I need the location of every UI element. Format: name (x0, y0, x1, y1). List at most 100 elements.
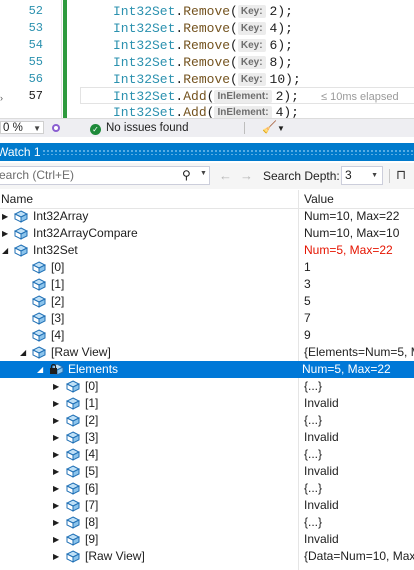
collapse-arrow-icon[interactable]: ◢ (2, 242, 8, 259)
issues-text: No issues found (106, 122, 189, 134)
expand-arrow-icon[interactable]: ▶ (53, 463, 59, 480)
watch-value: Invalid (304, 498, 339, 512)
watch-value: 3 (304, 277, 311, 291)
chevron-down-icon[interactable]: ▼ (200, 170, 207, 177)
watch-row[interactable]: [0] 1 (0, 259, 414, 276)
watch-row[interactable]: ▶ [5] Invalid (0, 463, 414, 480)
watch-row[interactable]: [4] 9 (0, 327, 414, 344)
code-arg: 8); (269, 55, 293, 70)
expand-arrow-icon[interactable]: ▶ (53, 378, 59, 395)
expand-arrow-icon[interactable]: ▶ (53, 497, 59, 514)
watch-value: {...} (304, 413, 323, 427)
watch-name: [1] (51, 277, 65, 291)
watch-row[interactable]: ◢ [Raw View] {Elements=Num=5, M (0, 344, 414, 361)
search-depth-label: Search Depth: (263, 169, 340, 183)
expand-arrow-icon[interactable]: ▶ (2, 225, 8, 242)
copilot-icon[interactable] (50, 121, 62, 133)
expand-arrow-icon[interactable]: ▶ (53, 395, 59, 412)
field-icon (66, 431, 80, 444)
watch-row[interactable]: [1] 3 (0, 276, 414, 293)
watch-row[interactable]: ▶ [3] Invalid (0, 429, 414, 446)
arrow-left-icon[interactable]: ← (219, 168, 232, 183)
parameter-hint: InElement: (214, 90, 272, 103)
expand-arrow-icon[interactable]: ▶ (53, 531, 59, 548)
watch-row[interactable]: ▶ [Raw View] {Data=Num=10, Max (0, 548, 414, 565)
watch-row[interactable]: ▶ Int32ArrayCompare Num=10, Max=10 (0, 225, 414, 242)
pin-icon[interactable]: ⊓ (396, 167, 406, 183)
parameter-hint: InElement: (214, 106, 272, 118)
watch-row[interactable]: ▶ [9] Invalid (0, 531, 414, 548)
field-icon (66, 499, 80, 512)
code-line[interactable]: Int32Set.Add(InElement: 4); (113, 104, 299, 118)
expand-arrow-icon[interactable]: ▶ (53, 429, 59, 446)
arrow-right-icon[interactable]: → (240, 168, 253, 183)
watch-row[interactable]: ▶ [8] {...} (0, 514, 414, 531)
expand-arrow-icon[interactable]: ▶ (53, 514, 59, 531)
code-line-current[interactable]: Int32Set.Add(InElement: 2); ≤ 10ms elapsed (113, 88, 399, 105)
zoom-select[interactable]: 0 % ▼ (0, 121, 44, 134)
expand-arrow-icon[interactable]: ▶ (2, 208, 8, 225)
parameter-hint: Key: (237, 22, 266, 35)
search-input[interactable]: earch (Ctrl+E) (0, 167, 74, 184)
column-name-header[interactable]: Name (1, 190, 33, 208)
watch-row[interactable]: ◢ Int32Set Num=5, Max=22 (0, 242, 414, 259)
expand-arrow-icon[interactable]: ▶ (53, 480, 59, 497)
watch-row[interactable]: ▶ [7] Invalid (0, 497, 414, 514)
collapse-arrow-icon[interactable]: ◢ (37, 361, 43, 378)
watch-name: Int32ArrayCompare (33, 226, 138, 240)
field-icon (66, 550, 80, 563)
watch-value: Invalid (304, 430, 339, 444)
column-value-header[interactable]: Value (304, 190, 334, 208)
line-number: 52 (28, 4, 43, 18)
variable-icon (14, 210, 28, 223)
chevron-down-icon: ▼ (33, 124, 41, 133)
change-tracking-bar (63, 0, 67, 118)
watch-name: [5] (85, 464, 99, 478)
code-cleanup-icon[interactable]: 🧹▼ (262, 120, 285, 134)
field-icon (32, 346, 46, 359)
expand-arrow-icon[interactable]: ▶ (53, 548, 59, 565)
code-line[interactable]: Int32Set.Remove(Key: 8); (113, 54, 293, 71)
code-arg: 4); (275, 105, 299, 118)
collapse-arrow-icon[interactable]: ◢ (20, 344, 26, 361)
search-icon[interactable]: ⚲ (182, 168, 191, 182)
watch-row-selected[interactable]: ◢ Elements Num=5, Max=22 (0, 361, 414, 378)
watch-row[interactable]: ▶ Int32Array Num=10, Max=22 (0, 208, 414, 225)
watch-row[interactable]: ▶ [1] Invalid (0, 395, 414, 412)
watch-value: {...} (304, 481, 323, 495)
watch-name: Elements (68, 362, 119, 376)
watch-name: [8] (85, 515, 99, 529)
variable-icon (14, 227, 28, 240)
divider (389, 169, 390, 183)
watch-row[interactable]: ▶ [4] {...} (0, 446, 414, 463)
watch-row[interactable]: ▶ [6] {...} (0, 480, 414, 497)
search-box[interactable]: earch (Ctrl+E) ⚲ ▼ (0, 166, 210, 185)
watch-row[interactable]: [3] 7 (0, 310, 414, 327)
field-icon (32, 329, 46, 342)
field-icon (66, 414, 80, 427)
code-line[interactable]: Int32Set.Remove(Key: 6); (113, 37, 293, 54)
drag-grip[interactable] (42, 149, 414, 155)
check-circle-icon: ✓ (90, 124, 101, 135)
search-depth-select[interactable]: 3 ▼ (341, 166, 383, 185)
watch-row[interactable]: ▶ [0] {...} (0, 378, 414, 395)
lock-icon (50, 364, 57, 374)
code-line[interactable]: Int32Set.Remove(Key: 10); (113, 71, 301, 88)
code-method: Remove (183, 21, 231, 36)
code-type: Int32Set (113, 4, 176, 19)
code-line[interactable]: Int32Set.Remove(Key: 2); (113, 3, 293, 20)
watch-window-title-bar[interactable]: Watch 1 (0, 143, 414, 161)
watch-row[interactable]: ▶ [2] {...} (0, 412, 414, 429)
watch-name: [4] (85, 447, 99, 461)
code-line[interactable]: Int32Set.Remove(Key: 4); (113, 20, 293, 37)
variable-icon (14, 244, 28, 257)
issues-indicator[interactable]: ✓ No issues found (90, 120, 188, 136)
margin-divider (61, 0, 62, 118)
expand-arrow-icon[interactable]: ▶ (53, 412, 59, 429)
expand-arrow-icon[interactable]: ▶ (53, 446, 59, 463)
watch-row[interactable]: [2] 5 (0, 293, 414, 310)
code-method: Add (183, 89, 207, 104)
code-editor[interactable]: 52 53 54 55 56 57 › Int32Set.Remove(Key:… (0, 0, 414, 118)
perf-tip-elapsed[interactable]: ≤ 10ms elapsed (321, 91, 399, 103)
line-number: 53 (28, 21, 43, 35)
